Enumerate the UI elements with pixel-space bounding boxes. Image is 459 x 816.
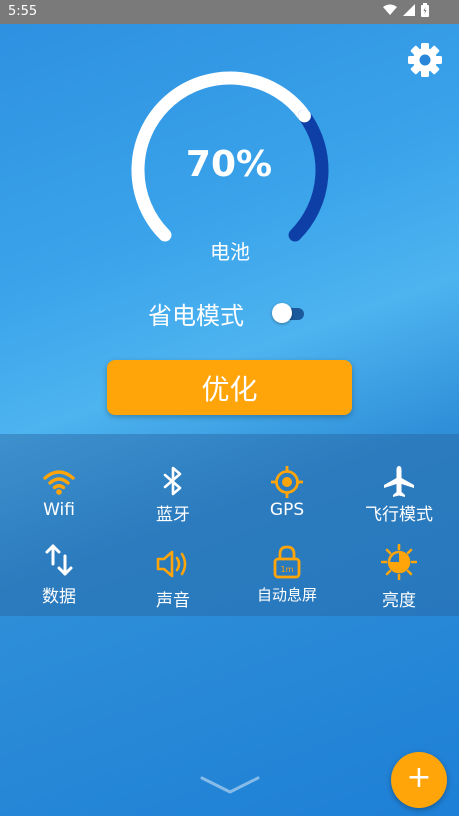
power-saving-label: 省电模式 [148,302,244,330]
battery-icon [421,3,429,17]
lock-timer-badge: 1m [281,565,294,574]
status-time: 5:55 [8,4,38,19]
gauge-fill [288,109,329,242]
tile-sound[interactable]: 声音 [116,538,230,620]
power-saving-toggle[interactable] [270,301,308,325]
tile-label: 飞行模式 [365,505,433,525]
tile-label: 声音 [156,591,190,611]
brightness-icon [381,544,417,580]
wifi-icon [43,470,75,495]
chevron-down-icon[interactable] [200,770,260,800]
gps-icon [271,466,303,498]
tile-label: Wifi [43,500,75,520]
data-arrows-icon [45,544,73,576]
quick-settings-panel: Wifi 蓝牙 GPS 飞行模式 数据 声音 1m 自动息屏 亮度 [0,434,459,616]
tile-label: 自动息屏 [256,586,317,604]
add-icon: + [406,760,432,795]
battery-label: 电池 [210,240,250,264]
status-bar: 5:55 [0,0,459,24]
tile-gps[interactable]: GPS [230,454,344,536]
toggle-knob [272,303,292,323]
signal-icon [403,4,415,16]
gauge-indicator-dot [297,109,311,123]
tile-airplane[interactable]: 飞行模式 [342,454,456,536]
bluetooth-icon [163,466,182,496]
status-icons [383,3,429,17]
tile-brightness[interactable]: 亮度 [342,538,456,620]
gear-icon[interactable] [405,40,445,80]
tile-label: 数据 [42,587,76,607]
add-button[interactable]: + [391,752,447,808]
tile-label: 亮度 [382,591,416,611]
tile-wifi[interactable]: Wifi [2,454,116,536]
tile-data[interactable]: 数据 [2,538,116,620]
lock-timer-icon: 1m [273,545,301,579]
airplane-icon [384,466,414,497]
tile-bluetooth[interactable]: 蓝牙 [116,454,230,536]
battery-percent: 70% [185,144,273,185]
optimize-button[interactable]: 优化 [107,360,352,415]
tile-label: GPS [269,500,305,520]
tile-label: 蓝牙 [156,505,190,525]
speaker-icon [156,550,187,578]
wifi-icon [383,4,397,15]
tile-screen-timeout[interactable]: 1m 自动息屏 [230,538,344,620]
